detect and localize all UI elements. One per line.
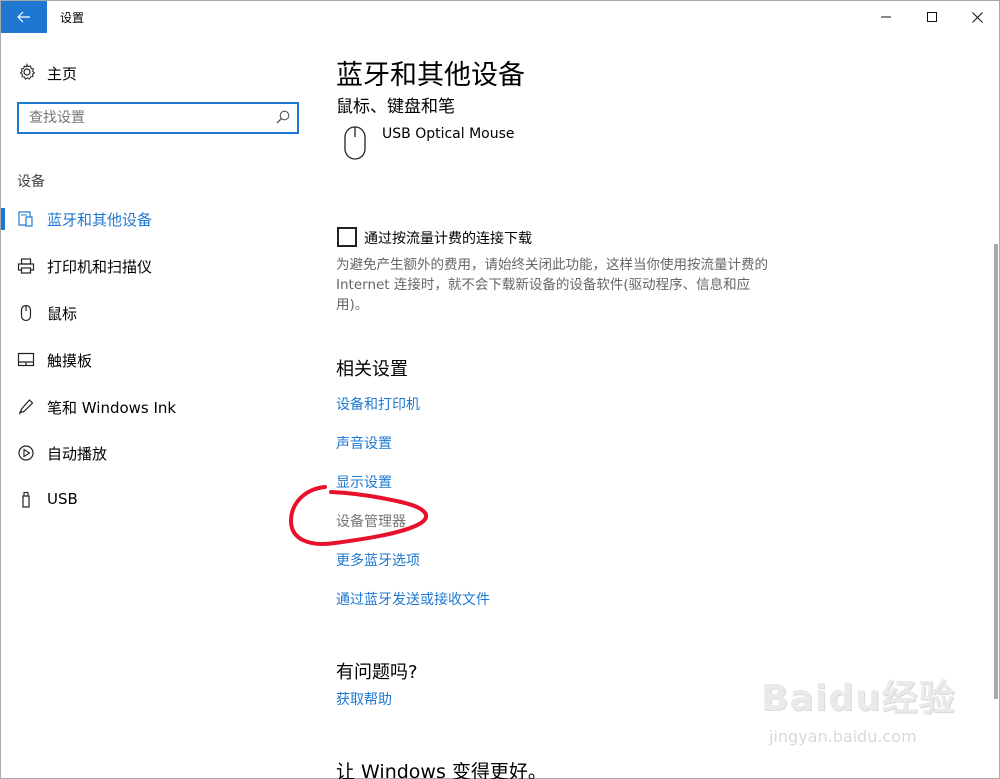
sidebar-item-label: 触摸板 xyxy=(47,352,93,370)
window-title: 设置 xyxy=(60,11,85,25)
autoplay-icon xyxy=(18,445,34,461)
pen-icon xyxy=(19,399,34,415)
sidebar-item-mouse[interactable]: 鼠标 xyxy=(1,295,311,331)
metered-download-checkbox[interactable] xyxy=(337,227,357,247)
sidebar-item-label: 蓝牙和其他设备 xyxy=(47,211,153,229)
question-heading: 有问题吗? xyxy=(336,662,418,683)
sidebar-item-touchpad[interactable]: 触摸板 xyxy=(1,342,311,378)
minimize-button[interactable] xyxy=(863,1,909,33)
active-indicator xyxy=(1,208,5,230)
mouse-icon xyxy=(20,304,32,322)
feedback-heading: 让 Windows 变得更好。 xyxy=(336,761,547,779)
sidebar-item-bluetooth[interactable]: 蓝牙和其他设备 xyxy=(1,201,311,237)
nav-section-devices: 设备 xyxy=(17,174,45,190)
maximize-icon xyxy=(927,12,937,22)
device-name: USB Optical Mouse xyxy=(382,126,515,142)
metered-download-label: 通过按流量计费的连接下载 xyxy=(364,231,532,247)
settings-window: 设置 主页 设备 蓝牙和其他设备 xyxy=(0,0,1000,779)
sidebar-item-pen[interactable]: 笔和 Windows Ink xyxy=(1,389,311,425)
sidebar-item-label: 自动播放 xyxy=(47,445,108,463)
title-bar: 设置 xyxy=(1,1,999,33)
scrollbar[interactable] xyxy=(994,244,998,699)
link-devices-printers[interactable]: 设备和打印机 xyxy=(336,394,420,414)
sidebar-item-label: 鼠标 xyxy=(47,305,78,323)
touchpad-icon xyxy=(17,352,35,367)
sidebar-item-label: 打印机和扫描仪 xyxy=(47,258,153,276)
sidebar-item-printers[interactable]: 打印机和扫描仪 xyxy=(1,248,311,284)
search-input[interactable] xyxy=(29,108,269,128)
mouse-keyboard-section-title: 鼠标、键盘和笔 xyxy=(336,97,455,117)
gear-icon xyxy=(19,63,36,80)
back-arrow-icon xyxy=(17,11,30,23)
metered-download-description: 为避免产生额外的费用，请始终关闭此功能，这样当你使用按流量计费的 Interne… xyxy=(336,257,768,313)
mouse-icon xyxy=(344,126,366,160)
watermark-url: jingyan.baidu.com xyxy=(769,727,917,746)
nav-home-label: 主页 xyxy=(47,65,78,83)
sidebar-item-label: 笔和 Windows Ink xyxy=(47,399,177,417)
sidebar-item-autoplay[interactable]: 自动播放 xyxy=(1,435,311,471)
bluetooth-devices-icon xyxy=(18,211,33,227)
usb-icon xyxy=(22,491,30,508)
close-button[interactable] xyxy=(954,1,1000,33)
link-more-bluetooth-options[interactable]: 更多蓝牙选项 xyxy=(336,550,420,570)
printer-icon xyxy=(17,258,35,274)
page-title: 蓝牙和其他设备 xyxy=(336,60,525,91)
sidebar-item-usb[interactable]: USB xyxy=(1,482,311,518)
annotation-circle xyxy=(288,485,429,546)
link-get-help[interactable]: 获取帮助 xyxy=(336,689,392,709)
related-settings-heading: 相关设置 xyxy=(336,359,408,380)
close-icon xyxy=(971,11,983,23)
link-bluetooth-file-transfer[interactable]: 通过蓝牙发送或接收文件 xyxy=(336,589,490,609)
minimize-icon xyxy=(881,16,891,18)
baidu-watermark: Baidu经验 jingyan.baidu.com xyxy=(761,669,976,769)
sidebar-item-label: USB xyxy=(47,490,78,508)
back-button[interactable] xyxy=(1,1,47,33)
search-icon[interactable] xyxy=(275,109,291,125)
link-sound-settings[interactable]: 声音设置 xyxy=(336,433,392,453)
device-item[interactable]: USB Optical Mouse xyxy=(336,123,636,163)
watermark-brand: Baidu经验 xyxy=(761,678,956,719)
nav-home[interactable]: 主页 xyxy=(1,57,311,89)
search-box[interactable] xyxy=(17,102,299,134)
maximize-button[interactable] xyxy=(909,1,955,33)
